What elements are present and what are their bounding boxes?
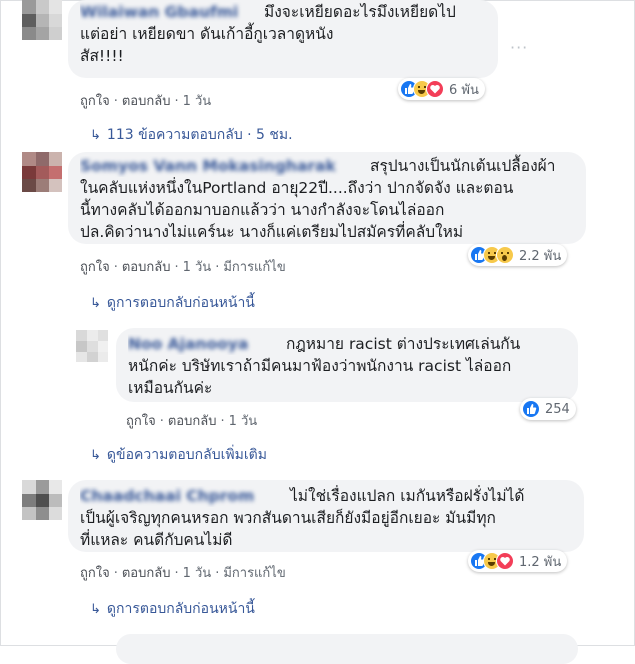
reply-arrow-icon: ↳ (90, 295, 101, 311)
comment-text: นี้ทางคลับได้ออกมาบอกแล้วว่า นางกำลังจะโ… (80, 201, 445, 219)
avatar[interactable] (22, 0, 62, 40)
comment-bubble: Wilaiwan Gbaufmi มึงจะเหยียดอะไรมึงเหยีย… (68, 0, 498, 78)
view-previous-replies-label[interactable]: ดูการตอบกลับก่อนหน้านี้ (107, 292, 255, 314)
love-reaction-icon (496, 552, 514, 570)
reply-link[interactable]: ตอบกลับ (122, 566, 171, 581)
commenter-name[interactable]: Somyos Vann Mokasingharak (80, 157, 336, 175)
comment-actions: ถูกใจ · ตอบกลับ · 1 วัน · มีการแก้ไข (80, 260, 286, 275)
wow-reaction-icon (496, 246, 514, 264)
reply-arrow-icon: ↳ (90, 127, 101, 143)
view-previous-replies-label[interactable]: ดูการตอบกลับก่อนหน้านี้ (107, 598, 255, 620)
comment-text: ในคลับแห่งหนึ่งในPortland อายุ22ปี....ถึ… (80, 179, 514, 197)
comment-bubble: Chaadchaai Chprom ไม่ใช่เรื่องแปลก เมกัน… (68, 480, 584, 552)
reaction-summary[interactable]: 1.2 พัน (468, 550, 568, 572)
commenter-name[interactable]: Chaadchaai Chprom (80, 487, 254, 505)
avatar[interactable] (76, 330, 108, 362)
comment-text: กฎหมาย racist ต่างประเทศเล่นกัน (286, 335, 521, 353)
reaction-count: 254 (545, 401, 570, 417)
comment-text: ปล.คิดว่านางไม่แคร์นะ นางก็แค่เตรียมไปสม… (80, 223, 464, 241)
edited-label[interactable]: มีการแก้ไข (223, 566, 285, 581)
comment-text: เป็นผู้เจริญทุกคนหรอก พวกสันดานเสียก็ยัง… (80, 509, 496, 527)
reply-arrow-icon: ↳ (90, 447, 101, 463)
view-replies-link[interactable]: ↳ 113 ข้อความตอบกลับ · 5 ชม. (90, 124, 293, 146)
timestamp[interactable]: 1 วัน (183, 260, 212, 275)
comment-text: มึงจะเหยียดอะไรมึงเหยียดไป (264, 3, 456, 21)
avatar[interactable] (22, 152, 62, 192)
reply-actions: ถูกใจ · ตอบกลับ · 1 วัน (126, 414, 258, 429)
comment-text: ที่แหละ คนดีกับคนไม่ดี (80, 531, 233, 549)
reply-link[interactable]: ตอบกลับ (168, 414, 217, 429)
comment-text: ไม่ใช่เรื่องแปลก เมกันหรือฝรั่งไม่ได้ (290, 487, 525, 505)
comment-actions: ถูกใจ · ตอบกลับ · 1 วัน · มีการแก้ไข (80, 566, 286, 581)
edited-label[interactable]: มีการแก้ไข (223, 260, 285, 275)
comment-actions: ถูกใจ · ตอบกลับ · 1 วัน (80, 94, 212, 109)
view-more-replies-label[interactable]: ดูข้อความตอบกลับเพิ่มเติม (107, 444, 267, 466)
reaction-summary[interactable]: 254 (520, 398, 576, 420)
comment-bubble: Somyos Vann Mokasingharak สรุปนางเป็นนัก… (68, 152, 586, 244)
like-link[interactable]: ถูกใจ (126, 414, 156, 429)
timestamp[interactable]: 1 วัน (183, 566, 212, 581)
avatar[interactable] (22, 480, 62, 520)
reply-arrow-icon: ↳ (90, 601, 101, 617)
reaction-count: 2.2 พัน (519, 248, 562, 264)
view-replies-label[interactable]: 113 ข้อความตอบกลับ · 5 ชม. (107, 124, 293, 146)
view-previous-replies-link[interactable]: ↳ ดูการตอบกลับก่อนหน้านี้ (90, 598, 255, 620)
view-more-replies-link[interactable]: ↳ ดูข้อความตอบกลับเพิ่มเติม (90, 444, 267, 466)
comment-text: สรุปนางเป็นนักเต้นเปลื้องผ้า (370, 157, 556, 175)
commenter-name[interactable]: Wilaiwan Gbaufmi (80, 3, 238, 21)
comment-text: สัส!!!! (80, 47, 124, 65)
timestamp[interactable]: 1 วัน (229, 414, 258, 429)
reaction-summary[interactable]: 2.2 พัน (468, 244, 568, 266)
reply-link[interactable]: ตอบกลับ (122, 260, 171, 275)
more-options-icon[interactable]: ··· (510, 38, 528, 57)
commenter-name[interactable]: Noo Ajanooya (128, 335, 248, 353)
love-reaction-icon (426, 80, 444, 98)
timestamp[interactable]: 1 วัน (183, 94, 212, 109)
reaction-summary[interactable]: 6 พัน (398, 78, 485, 100)
reaction-count: 6 พัน (449, 82, 479, 98)
reply-bubble-partial (116, 634, 578, 664)
reaction-count: 1.2 พัน (519, 554, 562, 570)
comment-text: เหมือนกันค่ะ (128, 379, 213, 397)
like-reaction-icon (522, 400, 540, 418)
like-link[interactable]: ถูกใจ (80, 566, 110, 581)
view-previous-replies-link[interactable]: ↳ ดูการตอบกลับก่อนหน้านี้ (90, 292, 255, 314)
like-link[interactable]: ถูกใจ (80, 94, 110, 109)
comment-text: หนักค่ะ บริษัทเราถ้ามีคนมาฟ้องว่าพนักงาน… (128, 357, 512, 375)
reply-bubble: Noo Ajanooya กฎหมาย racist ต่างประเทศเล่… (116, 328, 578, 402)
like-link[interactable]: ถูกใจ (80, 260, 110, 275)
reply-link[interactable]: ตอบกลับ (122, 94, 171, 109)
comment-text: แต่อย่า เหยียดขา ดันเก้าอี้กูเวลาดูหนัง (80, 25, 334, 43)
